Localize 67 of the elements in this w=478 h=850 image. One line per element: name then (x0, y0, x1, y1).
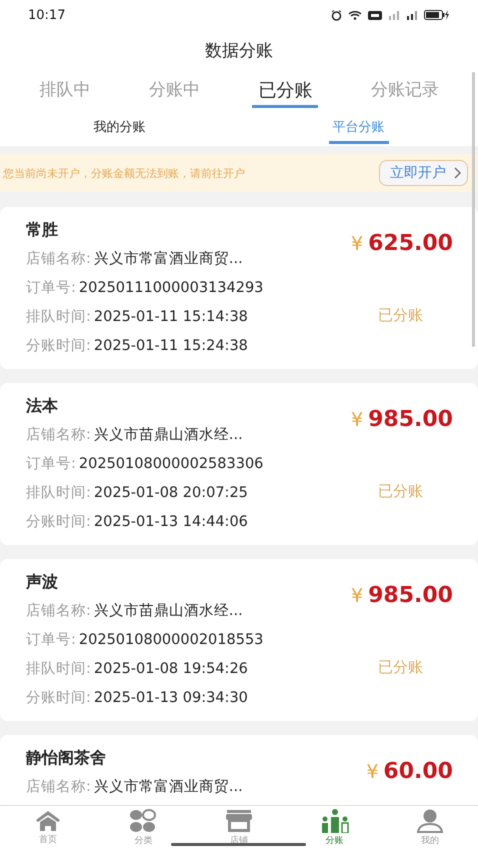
field-label: 店铺名称: (26, 603, 91, 619)
tab[interactable]: 分账中 (142, 70, 206, 108)
shop-name: 声波 (26, 571, 59, 593)
field-label: 订单号: (26, 632, 76, 648)
field-value: 兴义市苗鼎山酒水经... (94, 427, 243, 443)
field-label: 分账时间: (26, 338, 91, 354)
field-value: 2025-01-11 15:14:38 (94, 309, 248, 325)
amount: 985.00 (368, 407, 453, 432)
field-value: 兴义市常富酒业商贸... (94, 779, 243, 795)
field-value: 2025-01-13 09:34:30 (94, 690, 248, 706)
nav-item[interactable]: 我的 (382, 806, 478, 850)
nav-item[interactable]: 分类 (96, 806, 192, 850)
sub-tab[interactable]: 我的分账 (90, 112, 150, 144)
signal-icon (388, 10, 400, 20)
field-label: 订单号: (26, 280, 76, 296)
tab[interactable]: 已分账 (252, 70, 318, 108)
wifi-icon (348, 10, 362, 20)
tab[interactable]: 分账记录 (364, 70, 445, 108)
sub-tab[interactable]: 平台分账 (328, 112, 388, 144)
field-value: 兴义市苗鼎山酒水经... (94, 603, 243, 619)
shop-name: 静怡阁茶舍 (26, 747, 107, 769)
field-value: 2025-01-08 20:07:25 (94, 485, 248, 501)
field-label: 订单号: (26, 456, 76, 472)
store-icon (224, 809, 253, 833)
home-icon (34, 810, 61, 832)
page-title: 数据分账 (205, 40, 273, 62)
category-icon (129, 809, 158, 833)
chevron-right-icon (454, 167, 461, 179)
amount: 625.00 (368, 231, 453, 256)
field-value: 20250108000002018553 (78, 632, 264, 648)
field-label: 店铺名称: (26, 427, 91, 443)
field-value: 2025-01-13 14:44:06 (94, 514, 248, 530)
status-label: 已分账 (378, 658, 423, 677)
field-label: 店铺名称: (26, 779, 91, 795)
field-label: 排队时间: (26, 309, 91, 325)
currency-symbol: ¥ (351, 233, 364, 255)
signal-icon (406, 10, 418, 20)
notice-text: 您当前尚未开户，分账金额无法到账，请前往开户 (3, 166, 246, 180)
field-value: 20250108000002583306 (78, 456, 264, 472)
field-label: 排队时间: (26, 485, 91, 501)
amount: 60.00 (383, 759, 453, 784)
status-label: 已分账 (378, 306, 423, 325)
hd-icon (368, 10, 382, 20)
field-value: 2025-01-11 15:24:38 (94, 338, 248, 354)
shop-name: 法本 (26, 395, 59, 417)
user-icon (416, 809, 444, 833)
field-label: 分账时间: (26, 690, 91, 706)
field-label: 店铺名称: (26, 251, 91, 267)
field-label: 排队时间: (26, 661, 91, 677)
battery-icon (424, 10, 450, 20)
field-value: 20250111000003134293 (78, 280, 264, 296)
amount: 985.00 (368, 583, 453, 608)
status-label: 已分账 (378, 482, 423, 501)
currency-symbol: ¥ (366, 761, 378, 783)
nav-item[interactable]: 首页 (0, 806, 96, 850)
currency-symbol: ¥ (351, 585, 364, 607)
tab[interactable]: 排队中 (33, 70, 96, 108)
chart-icon (320, 809, 349, 833)
nav-item[interactable]: 分账 (286, 806, 382, 850)
field-value: 兴义市常富酒业商贸... (94, 251, 243, 267)
alarm-icon (331, 10, 342, 20)
field-label: 分账时间: (26, 514, 91, 530)
currency-symbol: ¥ (351, 409, 364, 431)
shop-name: 常胜 (26, 219, 59, 241)
status-time: 10:17 (28, 8, 66, 22)
field-value: 2025-01-08 19:54:26 (94, 661, 248, 677)
open-account-button[interactable]: 立即开户 (379, 160, 468, 186)
